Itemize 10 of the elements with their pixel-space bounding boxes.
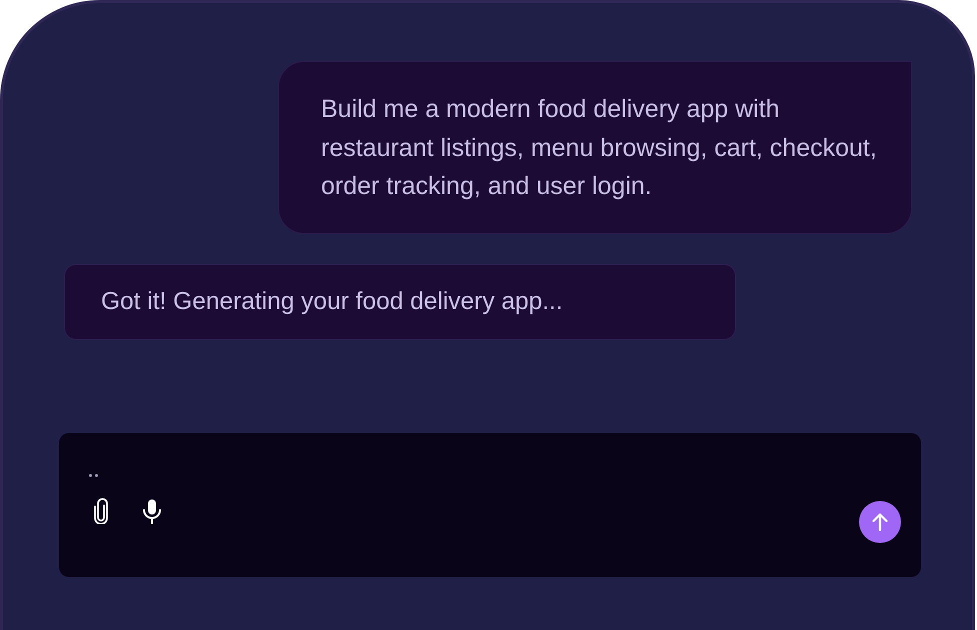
assistant-message: Got it! Generating your food delivery app... bbox=[64, 264, 736, 340]
typing-dots-icon bbox=[89, 474, 98, 477]
paperclip-icon bbox=[94, 498, 108, 524]
arrow-up-icon bbox=[872, 513, 888, 531]
message-input-field[interactable] bbox=[59, 433, 921, 577]
microphone-icon bbox=[142, 498, 162, 524]
user-message: Build me a modern food delivery app with restaurant listings, menu browsing, cart, checkout, order tracking, and user login. bbox=[278, 61, 912, 234]
microphone-button[interactable] bbox=[142, 498, 162, 524]
attach-button[interactable] bbox=[94, 498, 108, 524]
send-button[interactable] bbox=[859, 501, 901, 543]
